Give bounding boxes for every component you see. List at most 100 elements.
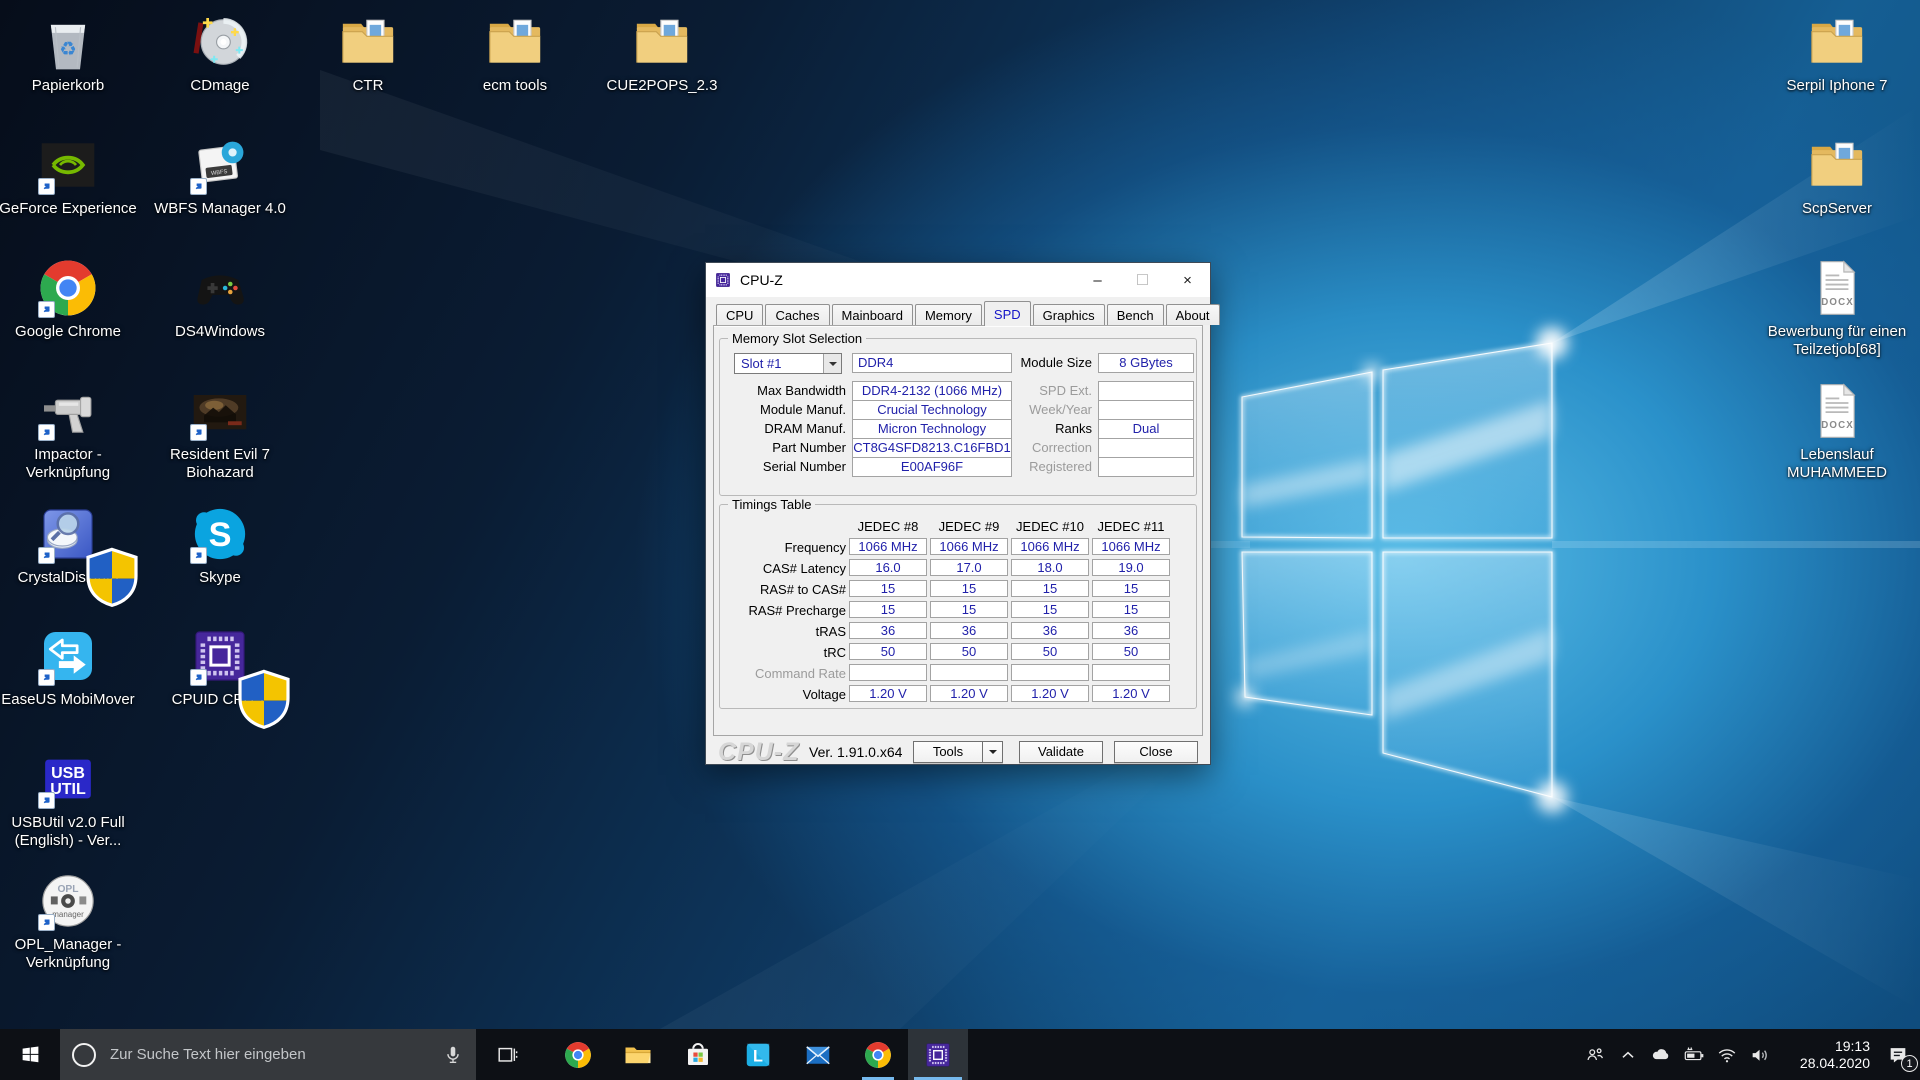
minimize-button[interactable]: – (1075, 263, 1120, 297)
validate-button[interactable]: Validate (1019, 741, 1103, 763)
desktop-icon-wbfs-manager[interactable]: WBFS WBFS Manager 4.0 (150, 133, 290, 218)
taskbar-app-cpuz[interactable] (908, 1029, 968, 1080)
taskbar-app-ldplayer[interactable]: L (728, 1029, 788, 1080)
desktop-icon-ctr[interactable]: CTR (298, 10, 438, 95)
max-bandwidth-field: DDR4-2132 (1066 MHz) (852, 381, 1012, 401)
usbutil-icon: USB UTIL (36, 747, 100, 811)
desktop-icon-skype[interactable]: S Skype (150, 502, 290, 587)
tab-cpu[interactable]: CPU (716, 304, 764, 325)
start-button[interactable] (0, 1029, 60, 1080)
onedrive-icon[interactable] (1644, 1029, 1677, 1080)
desktop-icon-ecm-tools[interactable]: ecm tools (445, 10, 585, 95)
field-label: DRAM Manuf. (764, 421, 846, 436)
taskbar-app-mail[interactable] (788, 1029, 848, 1080)
timings-column-header: JEDEC #8 (857, 519, 919, 534)
desktop-icon-resident-evil-7[interactable]: Resident Evil 7 Biohazard (150, 379, 290, 482)
action-center-button[interactable]: 1 (1876, 1029, 1920, 1080)
recycle-icon: ♻ (36, 10, 100, 74)
desktop-icon-bewerbung-docx[interactable]: DOCX Bewerbung für einen Teilzetjob[68] (1767, 256, 1907, 359)
timings-cell: 1066 MHz (849, 538, 927, 555)
people-icon[interactable] (1578, 1029, 1611, 1080)
desktop-icon-scpserver[interactable]: ScpServer (1767, 133, 1907, 218)
spd-ext--field (1098, 381, 1194, 401)
windows-logo-icon (22, 1046, 38, 1063)
timings-cell: 18.0 (1011, 559, 1089, 576)
timings-cell: 15 (930, 601, 1008, 618)
timings-cell: 15 (1011, 601, 1089, 618)
taskbar-app-chrome-window[interactable] (848, 1029, 908, 1080)
timings-cell: 15 (930, 580, 1008, 597)
desktop-icon-geforce-experience[interactable]: GeForce Experience (0, 133, 138, 218)
part-number-field: CT8G4SFD8213.C16FBD1 (852, 438, 1012, 458)
timings-cell: 36 (849, 622, 927, 639)
desktop-icon-opl-manager[interactable]: OPL manager OPL_Manager - Verknüpfung (0, 869, 138, 972)
chrome-icon (36, 256, 100, 320)
shortcut-arrow-icon (38, 301, 55, 318)
chevron-down-icon[interactable] (823, 354, 841, 373)
tab-bench[interactable]: Bench (1106, 304, 1164, 325)
hidden-icons-chevron[interactable] (1611, 1029, 1644, 1080)
taskbar-clock[interactable]: 19:13 28.04.2020 (1784, 1038, 1870, 1072)
close-button[interactable]: Close (1114, 741, 1198, 763)
cpuz-titlebar[interactable]: CPU-Z – ☐ × (706, 263, 1210, 297)
volume-icon[interactable] (1743, 1029, 1776, 1080)
taskbar-search[interactable] (60, 1029, 476, 1080)
desktop-icon-lebenslauf-docx[interactable]: DOCX Lebenslauf MUHAMMEED (1767, 379, 1907, 482)
field-label: Registered (1029, 459, 1092, 474)
memory-slot-selection-group: Memory Slot Selection Slot #1 DDR4 Modul… (719, 331, 1197, 496)
field-label: Max Bandwidth (757, 383, 846, 398)
tab-memory[interactable]: Memory (914, 304, 982, 325)
shortcut-arrow-icon (38, 914, 55, 931)
cortana-icon[interactable] (72, 1042, 96, 1067)
slot-selector-dropdown[interactable]: Slot #1 (734, 353, 842, 374)
timings-cell (930, 664, 1008, 681)
folder-icon (1805, 133, 1869, 197)
timings-cell: 1066 MHz (1092, 538, 1170, 555)
desktop-icon-label: CDmage (190, 77, 250, 94)
desktop-icon-serpil-iphone-7[interactable]: Serpil Iphone 7 (1767, 10, 1907, 95)
desktop-icon-papierkorb[interactable]: ♻ Papierkorb (0, 10, 138, 95)
desktop-icon-ds4windows[interactable]: DS4Windows (150, 256, 290, 341)
tools-button[interactable]: Tools (913, 741, 983, 763)
timings-cell: 50 (930, 643, 1008, 660)
desktop-icon-cue2pops[interactable]: CUE2POPS_2.3 (592, 10, 732, 95)
desktop-icon-easeus-mobimover[interactable]: EaseUS MobiMover (0, 624, 138, 709)
desktop-icon-cdmage[interactable]: CDmage (150, 10, 290, 95)
timings-cell: 36 (930, 622, 1008, 639)
svg-text:USB: USB (51, 765, 85, 782)
wbfs-icon: WBFS (188, 133, 252, 197)
tab-mainboard[interactable]: Mainboard (831, 304, 913, 325)
close-button[interactable]: × (1165, 263, 1210, 297)
tab-about[interactable]: About (1165, 304, 1220, 325)
desktop-icon-crystaldiskinfo[interactable]: CrystalDiskInfo (0, 502, 138, 607)
tools-dropdown-arrow[interactable] (982, 741, 1003, 763)
desktop-icon-usbutil[interactable]: USB UTIL USBUtil v2.0 Full (English) - Ver… (0, 747, 138, 850)
desktop-icon-label: ecm tools (482, 77, 548, 94)
taskbar-app-chrome[interactable] (548, 1029, 608, 1080)
maximize-button[interactable]: ☐ (1120, 263, 1165, 297)
desktop-icon-label: CTR (352, 77, 384, 94)
desktop-icon-google-chrome[interactable]: Google Chrome (0, 256, 138, 341)
week-year-field (1098, 400, 1194, 420)
ldplayer-icon: L (743, 1040, 773, 1070)
microphone-icon[interactable] (442, 1044, 464, 1066)
wifi-icon[interactable] (1710, 1029, 1743, 1080)
desktop-icon-label: DS4Windows (174, 323, 266, 340)
svg-text:S: S (209, 516, 232, 554)
field-label: Week/Year (1029, 402, 1092, 417)
svg-text:DOCX: DOCX (1821, 297, 1854, 308)
shortcut-arrow-icon (38, 547, 55, 564)
desktop-icon-impactor[interactable]: Impactor - Verknüpfung (0, 379, 138, 482)
taskbar-app-microsoft-store[interactable] (668, 1029, 728, 1080)
search-input[interactable] (110, 1046, 442, 1063)
task-view-button[interactable] (482, 1029, 532, 1080)
battery-icon[interactable] (1677, 1029, 1710, 1080)
svg-text:manager: manager (52, 910, 84, 919)
desktop-icon-cpuid-cpuz[interactable]: CPUID CPU-Z (150, 624, 290, 729)
tab-graphics[interactable]: Graphics (1032, 304, 1105, 325)
taskbar-app-file-explorer[interactable] (608, 1029, 668, 1080)
notification-badge: 1 (1901, 1055, 1918, 1072)
drill-icon (36, 379, 100, 443)
tab-spd[interactable]: SPD (983, 301, 1031, 326)
tab-caches[interactable]: Caches (765, 304, 830, 325)
